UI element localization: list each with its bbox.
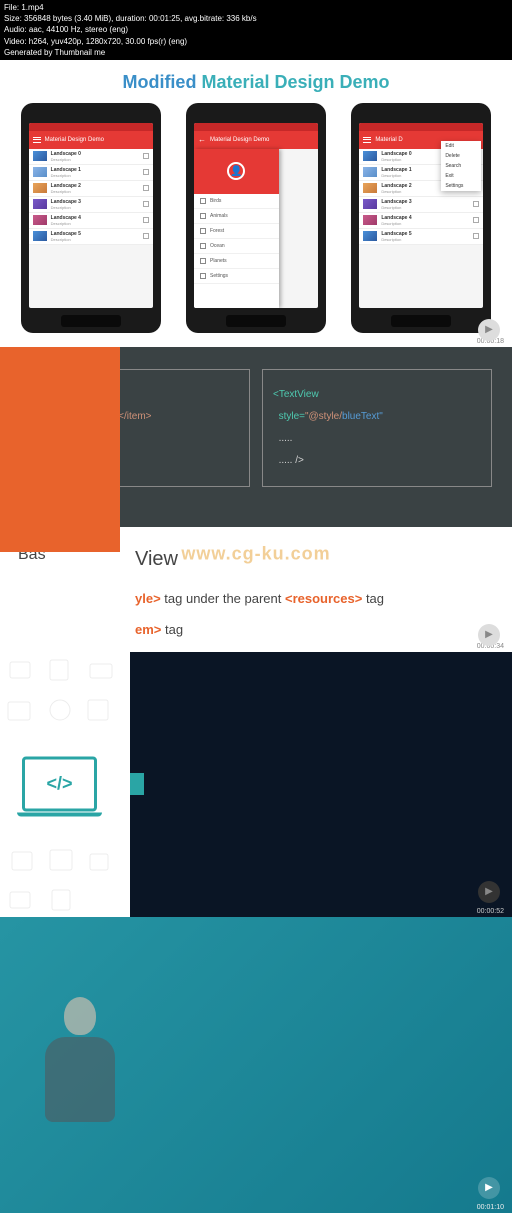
list-item: Landscape 5Description: [29, 229, 153, 245]
list-item: Landscape 1Description: [29, 165, 153, 181]
drawer-item: Forest: [194, 224, 279, 239]
phone-mockup-2: ← Material Design Demo 👤 Birds Animals F…: [186, 103, 326, 333]
drawer-item: Animals: [194, 209, 279, 224]
slide-title: Modified Material Design Demo: [0, 72, 512, 93]
bullet-line: yle> tag under the parent <resources> ta…: [135, 583, 512, 614]
trash-icon: [143, 233, 149, 239]
play-icon: ▶: [478, 319, 500, 341]
timestamp: 00:00:52: [477, 908, 504, 915]
list-item: Landscape 4Description: [359, 213, 483, 229]
play-icon: ▶: [478, 881, 500, 903]
slide-1: Modified Material Design Demo Material D…: [0, 60, 512, 347]
drawer-item: Planets: [194, 254, 279, 269]
list-item: Landscape 4Description: [29, 213, 153, 229]
bullet-line: cific style property and its value insid…: [135, 645, 512, 652]
back-arrow-icon: ←: [198, 135, 206, 144]
trash-icon: [473, 217, 479, 223]
list-item: Landscape 2Description: [29, 181, 153, 197]
app-bar: Material Design Demo: [29, 131, 153, 149]
phone-mockup-3: Material D Edit Delete Search Exit Setti…: [351, 103, 491, 333]
phone-mockup-1: Material Design Demo Landscape 0Descript…: [21, 103, 161, 333]
orange-block: [0, 347, 120, 552]
hamburger-icon: [363, 137, 371, 143]
drawer-item: Settings: [194, 269, 279, 284]
avatar-icon: 👤: [227, 162, 245, 180]
play-icon: ▶: [478, 1177, 500, 1199]
nav-drawer: 👤 Birds Animals Forest Ocean Planets Set…: [194, 149, 279, 308]
list-item: Landscape 3Description: [359, 197, 483, 213]
file-metadata: File: 1.mp4 Size: 356848 bytes (3.40 MiB…: [0, 0, 512, 60]
slide-2: "blueText"> e="textColor">#00F</item> <T…: [0, 347, 512, 652]
watermark: www.cg-ku.com: [181, 544, 330, 565]
list-item: Landscape 0Description: [29, 149, 153, 165]
overflow-menu: Edit Delete Search Exit Settings: [441, 141, 481, 191]
app-bar: ← Material Design Demo: [194, 131, 318, 149]
list-item: Landscape 3Description: [29, 197, 153, 213]
drawer-item: Ocean: [194, 239, 279, 254]
trash-icon: [473, 233, 479, 239]
trash-icon: [473, 201, 479, 207]
slide-3: </> ▶ 00:00:52: [0, 652, 512, 917]
dark-panel: ▶ 00:00:52: [130, 652, 512, 917]
trash-icon: [143, 201, 149, 207]
trash-icon: [143, 169, 149, 175]
person-silhouette: [35, 997, 125, 1127]
trash-icon: [143, 185, 149, 191]
play-icon: ▶: [478, 624, 500, 646]
teal-accent: [130, 773, 144, 795]
laptop-icon: </>: [22, 757, 97, 812]
trash-icon: [143, 217, 149, 223]
list-item: Landscape 5Description: [359, 229, 483, 245]
trash-icon: [143, 153, 149, 159]
drawer-item: Birds: [194, 194, 279, 209]
bullet-line: em> tag: [135, 614, 512, 645]
list-view: Landscape 0Description Landscape 1Descri…: [29, 149, 153, 308]
code-block-right: <TextView style="@style/blueText" ..... …: [262, 369, 492, 487]
hamburger-icon: [33, 137, 41, 143]
slide-4: ▶ 00:01:10: [0, 917, 512, 1213]
timestamp: 00:01:10: [477, 1204, 504, 1211]
